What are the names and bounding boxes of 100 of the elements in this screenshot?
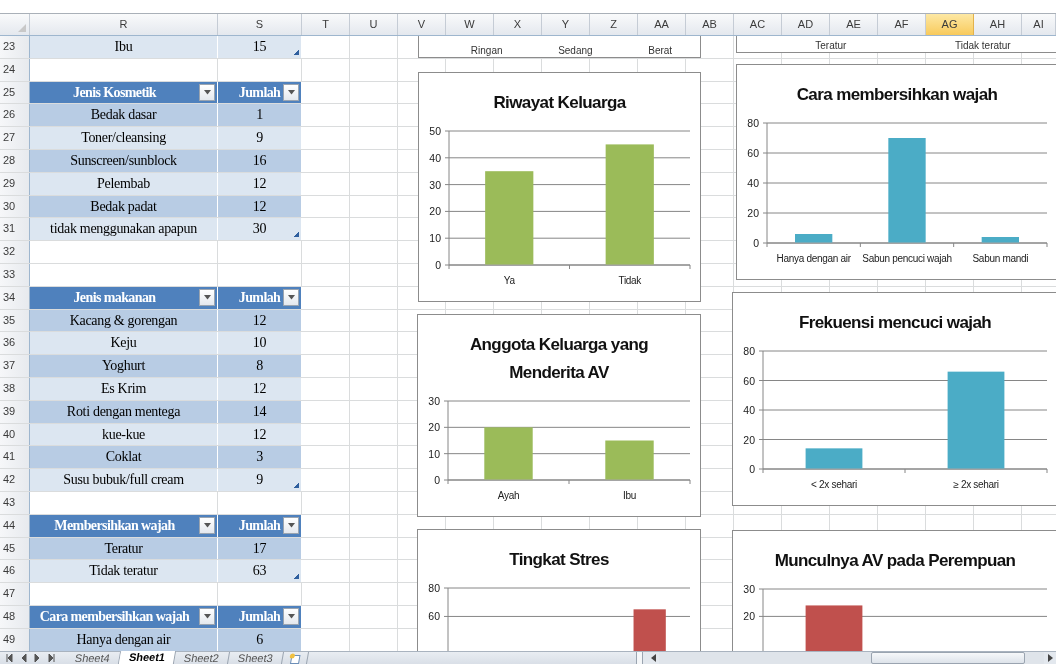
axis-label: 40	[743, 404, 755, 416]
bar	[981, 237, 1019, 243]
category-label: Ringan	[470, 45, 503, 57]
column-header[interactable]: T	[302, 14, 350, 35]
axis-label: 20	[428, 421, 440, 434]
column-header[interactable]: AH	[974, 14, 1022, 35]
row-number: 38	[0, 377, 30, 400]
row-number: 40	[0, 423, 30, 446]
table-cell: Yoghurt	[30, 355, 218, 377]
category-label: Sedang	[558, 45, 593, 57]
table-cell: Coklat	[30, 446, 218, 469]
column-header[interactable]: U	[350, 14, 398, 35]
table-cell: 12	[218, 195, 302, 218]
caret-icon	[287, 613, 295, 619]
row-number: 30	[0, 195, 30, 218]
arrow-icon[interactable]	[32, 653, 42, 663]
bar	[805, 605, 863, 652]
row-number: 45	[0, 537, 30, 560]
row-number: 35	[0, 309, 30, 332]
sheet-tab[interactable]: Sheet3	[227, 652, 284, 664]
column-header[interactable]: R	[30, 14, 218, 35]
table-cell: Sunscreen/sunblock	[30, 150, 218, 172]
header-label: Jenis Kosmetik	[73, 84, 156, 102]
bar	[605, 440, 654, 480]
column-header[interactable]: AI	[1022, 14, 1056, 35]
row-number: 46	[0, 560, 30, 583]
axis-label: 80	[428, 582, 440, 594]
sheet-tab[interactable]: Sheet2	[173, 652, 230, 664]
bar	[805, 448, 863, 469]
row-number: 24	[0, 58, 30, 81]
category-label: Berat	[648, 45, 673, 57]
caret-icon	[203, 89, 211, 95]
sheet-tab[interactable]: Sheet4	[64, 652, 121, 664]
sheet-tab[interactable]: Sheet1	[118, 651, 177, 664]
table-cell: Bedak dasar	[30, 104, 218, 127]
caret-icon	[287, 89, 295, 95]
filter-button[interactable]	[283, 607, 299, 625]
table-cell: Bedak padat	[30, 195, 218, 218]
skip-arrow-icon[interactable]	[4, 653, 14, 663]
column-header[interactable]: Y	[542, 14, 590, 35]
table-cell: Es Krim	[30, 377, 218, 400]
row-number: 44	[0, 514, 30, 537]
filter-button[interactable]	[283, 83, 299, 101]
axis-label: 20	[743, 433, 755, 446]
filter-button[interactable]	[199, 83, 215, 101]
header-label: Membersihkan wajah	[54, 517, 175, 536]
row-number: 28	[0, 150, 30, 172]
row-number: 41	[0, 446, 30, 469]
table-cell: Susu bubuk/full cream	[30, 469, 218, 491]
skip-arrow-icon[interactable]	[46, 653, 56, 663]
axis-label: 30	[428, 395, 440, 407]
category-label: < 2x sehari	[811, 479, 857, 490]
axis-label: 80	[747, 117, 759, 129]
filter-button[interactable]	[199, 607, 215, 625]
table-cell: Pelembab	[30, 172, 218, 195]
split-handle[interactable]	[636, 652, 643, 664]
filter-button[interactable]	[199, 288, 215, 306]
category-label: Teratur	[815, 40, 847, 52]
header-label: Jumlah	[238, 608, 281, 627]
column-header[interactable]: AG	[926, 14, 974, 35]
axis-label: 0	[434, 474, 440, 486]
row-number: 34	[0, 286, 30, 309]
table-cell: 16	[218, 150, 302, 172]
row-number: 47	[0, 583, 30, 605]
table-cell: Keju	[30, 332, 218, 355]
header-label: Jenis makanan	[73, 289, 156, 308]
table-cell: Teratur	[30, 537, 218, 560]
table-cell: Roti dengan mentega	[30, 400, 218, 423]
table-cell: Kacang & gorengan	[30, 309, 218, 332]
column-header[interactable]: X	[494, 14, 542, 35]
column-header[interactable]: V	[398, 14, 446, 35]
axis-label: 30	[429, 178, 441, 191]
column-header[interactable]: AB	[686, 14, 734, 35]
scroll-thumb[interactable]	[870, 652, 1025, 664]
bar	[795, 234, 833, 243]
chart-title: Cara membersihkan wajah	[795, 84, 999, 106]
table-cell: 6	[218, 628, 302, 651]
column-header[interactable]: AE	[830, 14, 878, 35]
column-header[interactable]: AA	[638, 14, 686, 35]
axis-label: 20	[747, 207, 759, 219]
column-header[interactable]: S	[218, 14, 302, 35]
row-number: 36	[0, 332, 30, 355]
row-number: 48	[0, 605, 30, 628]
row-number: 31	[0, 218, 30, 241]
axis-label: 20	[429, 205, 441, 218]
filter-button[interactable]	[199, 516, 215, 534]
horizontal-scrollbar[interactable]	[636, 652, 1056, 664]
column-header[interactable]: W	[446, 14, 494, 35]
caret-icon	[203, 522, 211, 528]
chart-title: Riwayat Keluarga	[492, 92, 628, 114]
filter-button[interactable]	[283, 516, 299, 534]
table-cell: 17	[218, 537, 302, 560]
table-cell: 15	[218, 36, 302, 58]
chart-title: Frekuensi mencuci wajah	[797, 312, 993, 334]
column-header[interactable]: Z	[590, 14, 638, 35]
column-header[interactable]: AC	[734, 14, 782, 35]
table-cell: Ibu	[30, 36, 218, 58]
caret-icon	[287, 294, 295, 300]
filter-button[interactable]	[283, 288, 299, 306]
column-header[interactable]: AD	[782, 14, 830, 35]
